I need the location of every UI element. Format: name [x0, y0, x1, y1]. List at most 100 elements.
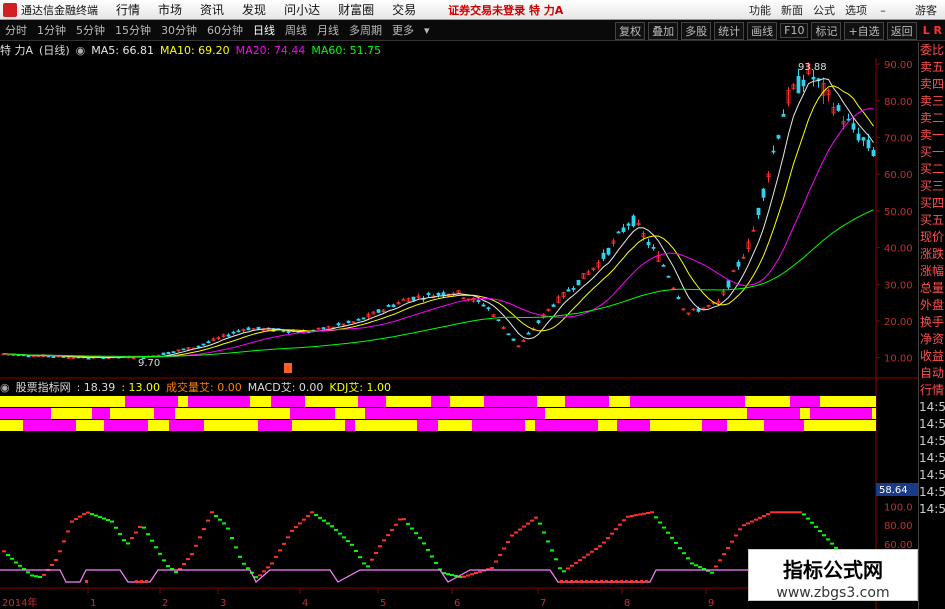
signal-band-segment — [15, 408, 51, 419]
event-marker-icon[interactable] — [284, 363, 292, 373]
menu-hangqing[interactable]: 行情 — [116, 1, 140, 18]
candle-body — [506, 333, 511, 336]
oscillator-step — [106, 519, 110, 522]
oscillator-step — [554, 558, 558, 561]
menu-xuanxiang[interactable]: 选项 — [845, 2, 867, 18]
gear-icon[interactable]: ◉ — [76, 44, 86, 57]
ma20-line — [3, 108, 874, 358]
indicator-tick-label: 100.0 — [884, 503, 913, 514]
menu-xinmian[interactable]: 新面 — [781, 2, 803, 18]
oscillator-step — [134, 531, 138, 534]
month-label: 5 — [380, 598, 386, 609]
quote-label[interactable]: 行情 — [919, 382, 945, 399]
app-title: 通达信金融终端 — [21, 3, 98, 17]
tab-monthly[interactable]: 月线 — [315, 22, 341, 38]
tab-15min[interactable]: 15分钟 — [113, 22, 153, 38]
oscillator-step — [422, 542, 426, 545]
oscillator-step — [782, 511, 786, 514]
tab-fenshi[interactable]: 分时 — [3, 22, 29, 38]
oscillator-step — [306, 514, 310, 517]
menu-gongneng[interactable]: 功能 — [749, 2, 771, 18]
chart-canvas[interactable]: 93.88 9.70 90.00 80.00 70.00 60.00 50.00 40.0… — [0, 58, 918, 609]
oscillator-step — [734, 534, 738, 537]
corner-lr-label[interactable]: L R — [920, 24, 945, 37]
signal-band-segment — [630, 396, 641, 407]
baseline-dot — [605, 580, 608, 583]
tab-1min[interactable]: 1分钟 — [35, 22, 68, 38]
menu-faxian[interactable]: 发现 — [242, 1, 266, 18]
oscillator-step — [294, 526, 298, 529]
tab-more[interactable]: 更多 — [390, 22, 416, 38]
tab-daily[interactable]: 日线 — [251, 22, 277, 38]
tab-30min[interactable]: 30分钟 — [159, 22, 199, 38]
back-button[interactable]: 返回 — [886, 21, 917, 40]
signal-band-segment — [91, 396, 102, 407]
tongji-button[interactable]: 统计 — [714, 21, 745, 40]
duogu-button[interactable]: 多股 — [681, 21, 712, 40]
menu-zixun[interactable]: 资讯 — [200, 1, 224, 18]
menu-gongshi[interactable]: 公式 — [813, 2, 835, 18]
baseline-dot — [635, 580, 638, 583]
baseline-dot — [625, 580, 628, 583]
baseline-path — [0, 569, 876, 583]
signal-band-segment — [368, 396, 386, 407]
oscillator-step — [426, 548, 430, 551]
sell3-label: 卖三 — [919, 94, 944, 108]
oscillator-step — [202, 527, 206, 530]
menu-caifuquan[interactable]: 财富圈 — [338, 1, 374, 18]
candle-body — [576, 280, 581, 286]
menu-jiaoyi[interactable]: 交易 — [392, 1, 416, 18]
login-notice[interactable]: 证券交易未登录 特 力A — [448, 2, 563, 18]
diejia-button[interactable]: 叠加 — [648, 21, 679, 40]
huaxian-button[interactable]: 画线 — [747, 21, 778, 40]
tab-multi-period[interactable]: 多周期 — [347, 22, 384, 38]
oscillator-step — [2, 550, 6, 553]
auto-label[interactable]: 自动 — [919, 365, 945, 382]
chevron-down-icon[interactable]: ▾ — [422, 24, 432, 37]
signal-band-segment — [358, 396, 368, 407]
price-tick-label: 70.00 — [884, 133, 913, 144]
baseline-dot — [570, 580, 573, 583]
oscillator-step — [386, 534, 390, 537]
indicator-gear-icon[interactable]: ◉ — [0, 381, 10, 394]
sell5-label: 卖五 — [919, 60, 944, 74]
oscillator-step — [566, 567, 570, 570]
price-tick-label: 80.00 — [884, 97, 913, 108]
biaoji-button[interactable]: 标记 — [811, 21, 842, 40]
oscillator-step — [802, 513, 806, 516]
candle-body — [571, 288, 576, 290]
signal-band-segment — [271, 396, 282, 407]
signal-band-segment — [180, 420, 204, 431]
oscillator-step — [738, 528, 742, 531]
oscillator-step — [742, 524, 746, 527]
oscillator-step — [822, 534, 826, 537]
tab-5min[interactable]: 5分钟 — [74, 22, 107, 38]
oscillator-step — [66, 530, 70, 533]
candle-body — [166, 351, 171, 355]
candle-body — [836, 105, 841, 111]
f10-button[interactable]: F10 — [780, 23, 809, 38]
period-toolbar: 分时 1分钟 5分钟 15分钟 30分钟 60分钟 日线 周线 月线 多周期 更… — [0, 20, 945, 41]
oscillator-step — [62, 540, 66, 543]
oscillator-step — [366, 565, 370, 568]
candle-body — [321, 327, 326, 330]
menu-shichang[interactable]: 市场 — [158, 1, 182, 18]
candle-body — [356, 318, 361, 321]
add-watchlist-button[interactable]: +自选 — [844, 21, 884, 40]
guest-label[interactable]: 游客 — [915, 2, 937, 18]
oscillator-step — [774, 511, 778, 514]
indicator-name: 股票指标网 — [15, 381, 71, 394]
tab-weekly[interactable]: 周线 — [283, 22, 309, 38]
menu-bar: 通达信金融终端 行情 市场 资讯 发现 问小达 财富圈 交易 证券交易未登录 特… — [0, 0, 945, 20]
oscillator-step — [370, 558, 374, 561]
signal-band-segment — [0, 408, 15, 419]
oscillator-step — [198, 536, 202, 539]
candle-body — [781, 113, 786, 117]
tab-60min[interactable]: 60分钟 — [205, 22, 245, 38]
minimize-icon[interactable]: – — [877, 4, 889, 17]
menu-wenxiaoda[interactable]: 问小达 — [284, 1, 320, 18]
fuquan-button[interactable]: 复权 — [615, 21, 646, 40]
oscillator-step — [342, 536, 346, 539]
oscillator-step — [830, 542, 834, 545]
oscillator-step — [530, 519, 534, 522]
